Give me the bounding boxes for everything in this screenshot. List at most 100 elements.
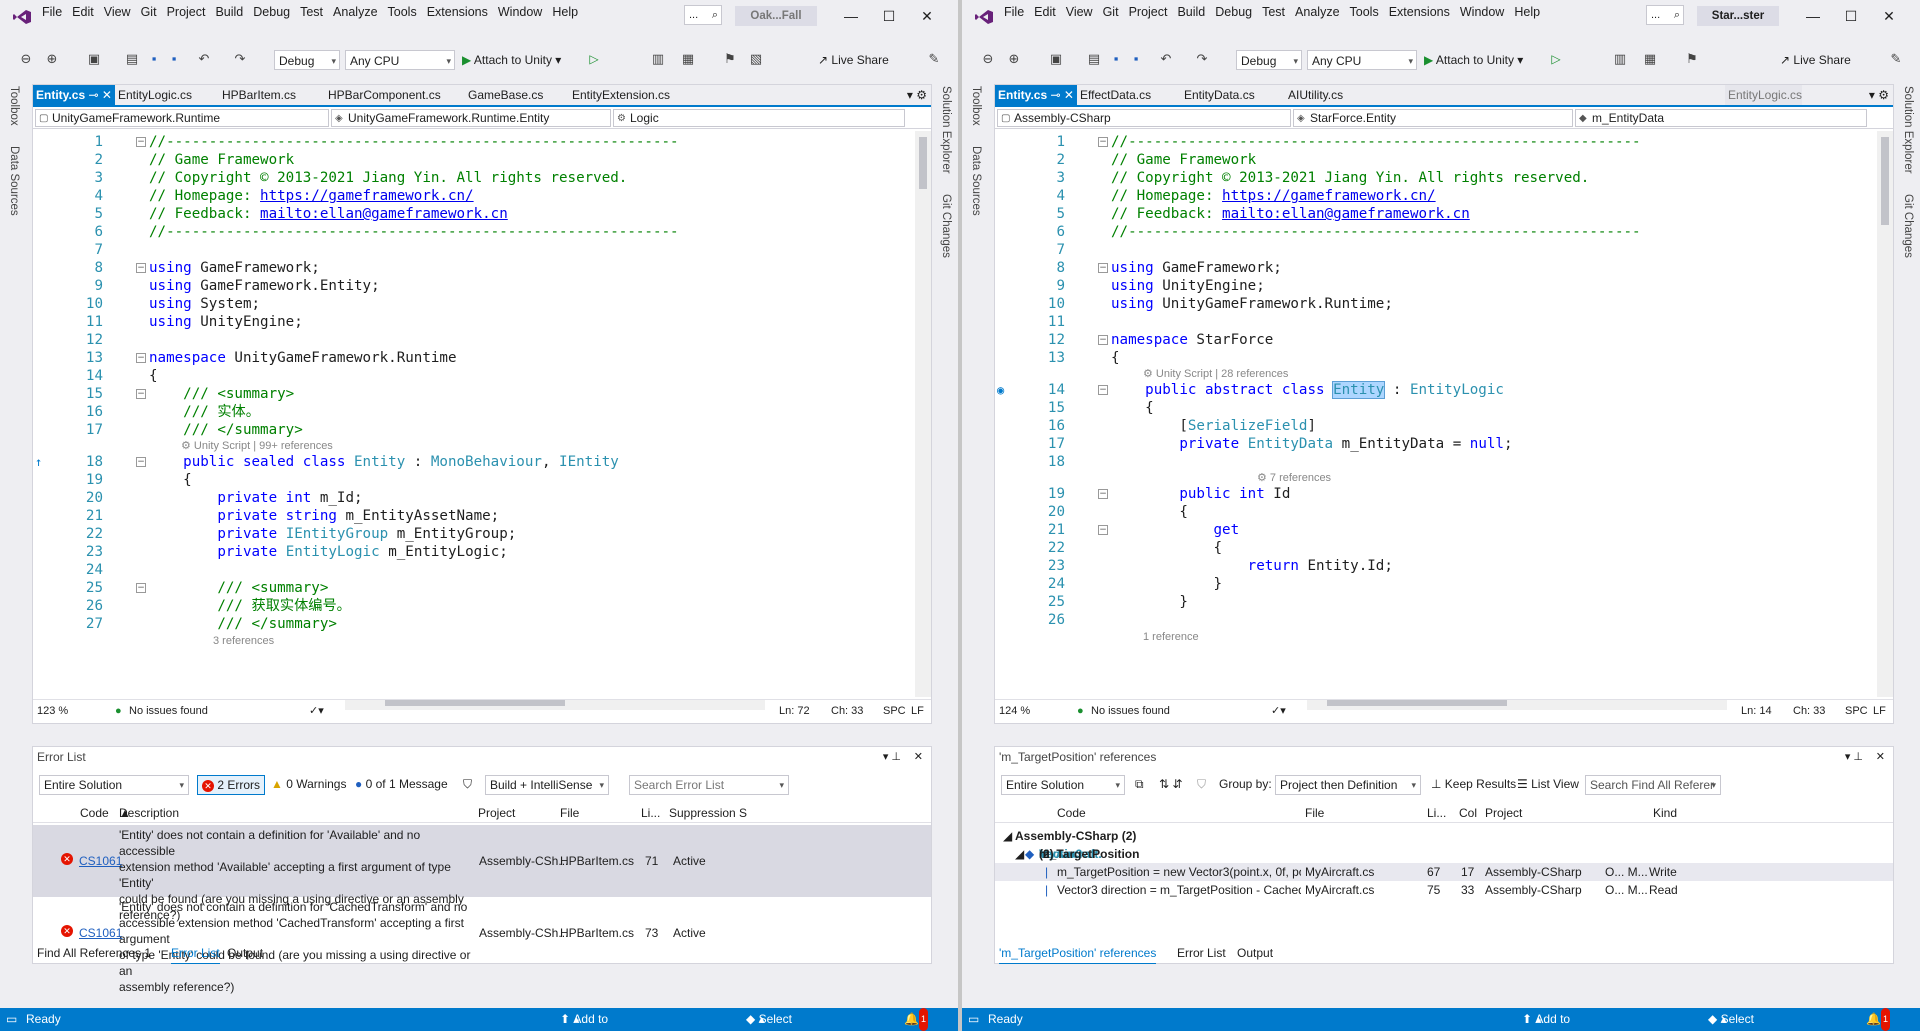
col-code[interactable]: Code [1057, 803, 1086, 823]
window-controls[interactable]: — ☐ ✕ [832, 4, 952, 28]
undo-icon[interactable]: ↶ [196, 51, 212, 67]
brush-icon[interactable]: ✓▾ [309, 700, 324, 722]
save-all-icon[interactable]: ▪ [166, 51, 182, 67]
window-controls[interactable]: — ☐ ✕ [1794, 4, 1914, 28]
code-editor[interactable]: Entity.cs ⊸ ✕ EffectData.cs EntityData.cs A… [994, 84, 1894, 724]
expand-icon[interactable]: ◢ [1015, 845, 1024, 863]
select-repository-button[interactable]: ◆ Select Repository ▴ [746, 1008, 792, 1031]
keep-results-button[interactable]: ⊥ Keep Results [1427, 775, 1520, 795]
references-search-input[interactable]: Search Find All Referer [1585, 775, 1721, 795]
horizontal-scrollbar[interactable] [345, 700, 765, 710]
codelens-hint[interactable]: ⚙ Unity Script | 99+ references [181, 439, 333, 453]
add-to-source-control-button[interactable]: ⬆ Add to Source Control ▴ [560, 1008, 608, 1031]
live-share-button[interactable]: ↗ Live Share [1780, 50, 1851, 70]
save-all-icon[interactable]: ▪ [1128, 51, 1144, 67]
document-tab[interactable]: EntityExtension.cs [569, 85, 729, 105]
horizontal-scrollbar[interactable] [1307, 700, 1727, 710]
fold-toggle-icon[interactable]: − [1098, 489, 1108, 499]
code-editor[interactable]: Entity.cs ⊸ ✕ EntityLogic.cs HPBarItem.cs H… [32, 84, 932, 724]
layout-icon[interactable]: ▦ [1642, 51, 1658, 67]
menu-item-build[interactable]: Build [1177, 4, 1215, 21]
tab-overflow-icon[interactable]: ▾ ⚙ [1866, 85, 1889, 105]
col-kind[interactable]: Kind [1653, 803, 1677, 823]
document-tab[interactable]: HPBarComponent.cs [325, 85, 465, 105]
save-icon[interactable]: ▪ [146, 51, 162, 67]
layout-icon[interactable]: ▦ [680, 51, 696, 67]
menu-item-tools[interactable]: Tools [388, 4, 427, 21]
scrollbar-thumb[interactable] [919, 137, 927, 189]
code-area[interactable]: 1−//------------------------------------… [33, 131, 931, 697]
menu-item-git[interactable]: Git [1103, 4, 1129, 21]
start-without-debug-icon[interactable]: ▷ [1548, 51, 1564, 67]
data-sources-tab[interactable]: Data Sources [8, 146, 20, 216]
document-tab[interactable]: EffectData.cs [1077, 85, 1181, 105]
type-combo[interactable]: ◈ StarForce.Entity [1293, 109, 1573, 127]
menu-items[interactable]: File Edit View Git Project Build Debug Test Anal… [1004, 4, 1654, 21]
document-tab[interactable]: EntityLogic.cs [115, 85, 219, 105]
scope-combo[interactable]: Entire Solution [1001, 775, 1125, 795]
menu-item-edit[interactable]: Edit [1034, 4, 1066, 21]
menu-item-view[interactable]: View [104, 4, 141, 21]
col-line[interactable]: Li... [641, 803, 660, 823]
add-to-source-control-button[interactable]: ⬆ Add to Source Control ▴ [1522, 1008, 1570, 1031]
menu-item-git[interactable]: Git [141, 4, 167, 21]
errors-filter-button[interactable]: ✕ 2 Errors [197, 775, 266, 795]
gutter-marker-icon[interactable]: ◉ [997, 381, 1004, 399]
error-search-input[interactable]: Search Error List [629, 775, 789, 795]
reference-row[interactable]: | m_TargetPosition = new Vector3(point.x,… [995, 863, 1893, 881]
minimize-icon[interactable]: — [1794, 4, 1832, 28]
col-description[interactable]: Description ▲ [119, 803, 179, 823]
col-file[interactable]: File [1305, 803, 1324, 823]
toolbox-tab[interactable]: Toolbox [970, 86, 982, 126]
menu-item-project[interactable]: Project [1129, 4, 1178, 21]
menu-item-debug[interactable]: Debug [1215, 4, 1262, 21]
menu-item-analyze[interactable]: Analyze [333, 4, 387, 21]
hscroll-thumb[interactable] [1327, 700, 1507, 706]
expand-icon[interactable]: ◢ [1003, 827, 1012, 845]
new-project-icon[interactable]: ▣ [86, 51, 102, 67]
line-ending[interactable]: LF [911, 700, 924, 722]
open-icon[interactable]: ▤ [1086, 51, 1102, 67]
fold-toggle-icon[interactable]: − [1098, 525, 1108, 535]
vertical-scrollbar[interactable] [915, 131, 931, 697]
col-line[interactable]: Li... [1427, 803, 1446, 823]
col-col[interactable]: Col [1459, 803, 1477, 823]
fold-toggle-icon[interactable]: − [1098, 263, 1108, 273]
notification-bell-icon[interactable]: 🔔 1 [1866, 1008, 1890, 1031]
project-combo[interactable]: ▢ Assembly-CSharp [997, 109, 1291, 127]
codelens-hint[interactable]: ⚙ 7 references [1257, 471, 1331, 485]
col-suppression[interactable]: Suppression S [669, 803, 747, 823]
error-code-link[interactable]: CS1061 [79, 925, 122, 941]
menu-item-test[interactable]: Test [1262, 4, 1295, 21]
copy-icon[interactable]: ⧉ [1131, 775, 1148, 795]
reference-group-row[interactable]: ◢ Assembly-CSharp (2) [995, 827, 1893, 845]
search-input[interactable]: ... ⌕ [684, 5, 722, 25]
build-filter-combo[interactable]: Build + IntelliSense [485, 775, 609, 795]
attach-to-unity-button[interactable]: ▶ Attach to Unity ▾ [1424, 50, 1523, 70]
messages-filter-button[interactable]: ● 0 of 1 Message [351, 775, 452, 795]
tab-overflow-icon[interactable]: ▾ ⚙ [904, 85, 927, 105]
menu-item-extensions[interactable]: Extensions [1389, 4, 1460, 21]
code-area[interactable]: 1−//------------------------------------… [995, 131, 1893, 697]
fold-toggle-icon[interactable]: − [136, 353, 146, 363]
attach-to-unity-button[interactable]: ▶ Attach to Unity ▾ [462, 50, 561, 70]
fold-toggle-icon[interactable]: − [1098, 335, 1108, 345]
config-combo[interactable]: Debug [1236, 50, 1302, 71]
menu-item-debug[interactable]: Debug [253, 4, 300, 21]
list-view-button[interactable]: ☰ List View [1513, 775, 1583, 795]
feedback-icon[interactable]: ✎ [926, 51, 942, 67]
config-combo[interactable]: Debug [274, 50, 340, 71]
select-repository-button[interactable]: ◆ Select Repository ▴ [1708, 1008, 1754, 1031]
menu-item-window[interactable]: Window [1460, 4, 1514, 21]
forward-icon[interactable]: ⊕ [44, 51, 60, 67]
reference-row[interactable]: | Vector3 direction = m_TargetPosition - … [995, 881, 1893, 899]
col-project[interactable]: Project [478, 803, 515, 823]
panel-close-icon[interactable]: ✕ [914, 750, 923, 763]
notification-bell-icon[interactable]: 🔔 1 [904, 1008, 928, 1031]
line-ending[interactable]: LF [1873, 700, 1886, 722]
error-code-link[interactable]: CS1061 [79, 853, 122, 869]
scrollbar-thumb[interactable] [1881, 137, 1889, 225]
comment-icon[interactable]: ▧ [748, 51, 764, 67]
issues-text[interactable]: No issues found [129, 700, 208, 722]
menu-item-file[interactable]: File [42, 4, 72, 21]
